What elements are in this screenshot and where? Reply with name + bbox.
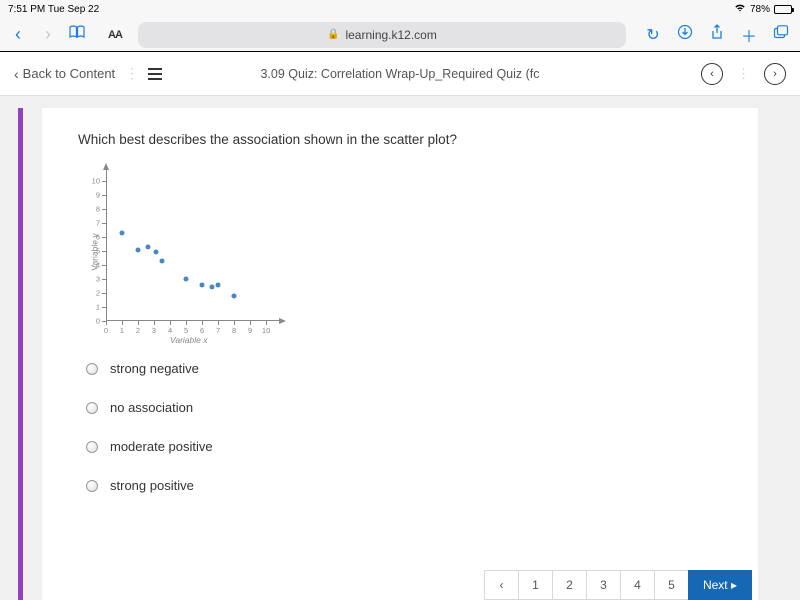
back-icon[interactable]: ‹ xyxy=(8,24,28,45)
x-tick-label: 6 xyxy=(200,326,204,335)
y-tick-label: 5 xyxy=(96,247,100,256)
back-to-content-button[interactable]: ‹ Back to Content xyxy=(14,66,115,82)
data-point xyxy=(145,244,150,249)
content-area: Which best describes the association sho… xyxy=(0,96,800,600)
y-tick-label: 4 xyxy=(96,261,100,270)
option-label: strong positive xyxy=(110,478,194,493)
wifi-icon xyxy=(734,3,746,15)
data-point xyxy=(153,250,158,255)
radio-icon[interactable] xyxy=(86,363,98,375)
share-icon[interactable] xyxy=(706,24,728,45)
lock-icon: 🔒 xyxy=(327,29,339,40)
data-point xyxy=(209,285,214,290)
pager-page[interactable]: 4 xyxy=(620,570,654,600)
scatter-plot: Variable y Variable x 012345678910012345… xyxy=(80,163,290,343)
option-label: no association xyxy=(110,400,193,415)
pager-page[interactable]: 5 xyxy=(654,570,688,600)
radio-icon[interactable] xyxy=(86,441,98,453)
next-question-button[interactable]: › xyxy=(764,63,786,85)
x-tick-label: 3 xyxy=(152,326,156,335)
y-tick-label: 6 xyxy=(96,233,100,242)
forward-icon[interactable]: › xyxy=(38,24,58,45)
accent-bar xyxy=(18,108,23,600)
app-header: ‹ Back to Content ⋮ 3.09 Quiz: Correlati… xyxy=(0,52,800,96)
answer-option[interactable]: strong negative xyxy=(86,361,722,376)
y-tick-label: 0 xyxy=(96,317,100,326)
battery-pct: 78% xyxy=(750,4,770,15)
data-point xyxy=(160,258,165,263)
question-text: Which best describes the association sho… xyxy=(78,132,722,147)
address-bar[interactable]: 🔒 learning.k12.com xyxy=(138,22,626,48)
bookmarks-icon[interactable] xyxy=(68,25,86,44)
pager-next[interactable]: Next ▸ xyxy=(688,570,752,600)
pager-page[interactable]: 2 xyxy=(552,570,586,600)
x-tick-label: 8 xyxy=(232,326,236,335)
quiz-panel: Which best describes the association sho… xyxy=(42,108,758,600)
option-label: moderate positive xyxy=(110,439,213,454)
x-tick-label: 7 xyxy=(216,326,220,335)
answer-option[interactable]: no association xyxy=(86,400,722,415)
y-tick-label: 3 xyxy=(96,275,100,284)
back-label: Back to Content xyxy=(23,66,116,81)
menu-icon[interactable] xyxy=(148,68,162,80)
tabs-icon[interactable] xyxy=(770,25,792,44)
page-title: 3.09 Quiz: Correlation Wrap-Up_Required … xyxy=(260,67,539,81)
y-tick-label: 10 xyxy=(92,177,100,186)
answer-option[interactable]: moderate positive xyxy=(86,439,722,454)
download-icon[interactable] xyxy=(674,24,696,45)
pager-page[interactable]: 1 xyxy=(518,570,552,600)
divider-dots: ⋮ xyxy=(125,65,138,82)
browser-toolbar: ‹ › AA 🔒 learning.k12.com ↻ ＋ xyxy=(0,18,800,52)
x-tick-label: 1 xyxy=(120,326,124,335)
pager: ‹12345Next ▸ xyxy=(484,570,752,600)
reload-icon[interactable]: ↻ xyxy=(642,25,664,45)
x-tick-label: 0 xyxy=(104,326,108,335)
status-time: 7:51 PM Tue Sep 22 xyxy=(8,4,99,15)
data-point xyxy=(216,282,221,287)
url-text: learning.k12.com xyxy=(345,28,436,42)
data-point xyxy=(136,247,141,252)
data-point xyxy=(120,230,125,235)
data-point xyxy=(200,282,205,287)
text-size-control[interactable]: AA xyxy=(108,29,122,41)
answer-options: strong negative no association moderate po… xyxy=(86,361,722,493)
pager-page[interactable]: 3 xyxy=(586,570,620,600)
x-axis-label: Variable x xyxy=(170,335,207,345)
x-tick-label: 9 xyxy=(248,326,252,335)
x-tick-label: 5 xyxy=(184,326,188,335)
option-label: strong negative xyxy=(110,361,199,376)
data-point xyxy=(232,293,237,298)
x-tick-label: 2 xyxy=(136,326,140,335)
prev-question-button[interactable]: ‹ xyxy=(701,63,723,85)
pager-prev[interactable]: ‹ xyxy=(484,570,518,600)
answer-option[interactable]: strong positive xyxy=(86,478,722,493)
divider-dots: ⋮ xyxy=(737,66,750,82)
battery-icon xyxy=(774,5,792,14)
ipad-status-bar: 7:51 PM Tue Sep 22 78% xyxy=(0,0,800,18)
y-tick-label: 7 xyxy=(96,219,100,228)
y-tick-label: 2 xyxy=(96,289,100,298)
radio-icon[interactable] xyxy=(86,480,98,492)
y-tick-label: 1 xyxy=(96,303,100,312)
data-point xyxy=(184,277,189,282)
chevron-left-icon: ‹ xyxy=(14,66,19,82)
y-tick-label: 9 xyxy=(96,191,100,200)
new-tab-icon[interactable]: ＋ xyxy=(738,23,760,47)
y-tick-label: 8 xyxy=(96,205,100,214)
x-tick-label: 4 xyxy=(168,326,172,335)
x-tick-label: 10 xyxy=(262,326,270,335)
radio-icon[interactable] xyxy=(86,402,98,414)
